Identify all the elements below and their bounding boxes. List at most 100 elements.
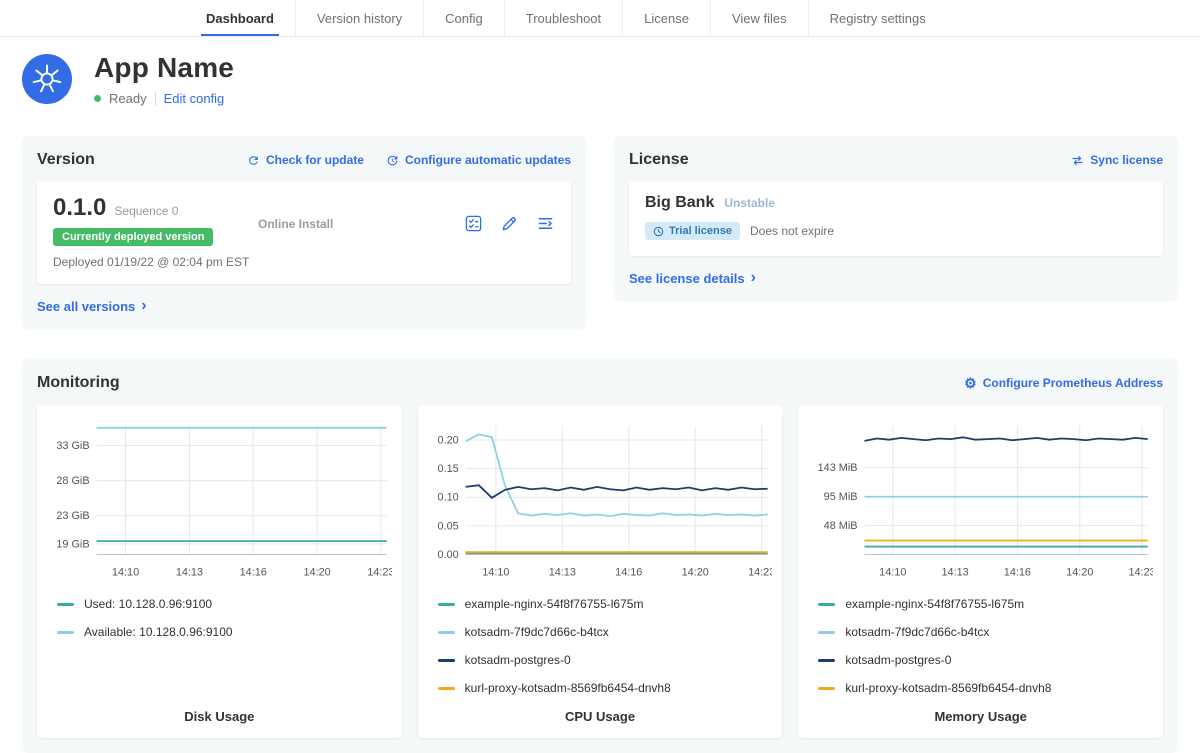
legend-color-dash <box>438 631 455 634</box>
see-all-versions-label: See all versions <box>37 299 135 314</box>
memory-usage-chart: 14:1014:1314:1614:2014:2348 MiB95 MiB143… <box>798 405 1163 738</box>
svg-text:0.00: 0.00 <box>437 549 458 561</box>
version-info: 0.1.0 Sequence 0 Currently deployed vers… <box>53 194 258 269</box>
svg-text:14:13: 14:13 <box>942 566 969 578</box>
memory-usage-plot: 14:1014:1314:1614:2014:2348 MiB95 MiB143… <box>808 415 1153 585</box>
legend-item: kotsadm-7f9dc7d66c-b4tcx <box>818 625 1153 639</box>
app-status: Ready <box>109 91 147 106</box>
legend-series-name: kotsadm-7f9dc7d66c-b4tcx <box>465 625 609 639</box>
svg-text:14:20: 14:20 <box>681 566 708 578</box>
configure-automatic-updates-link[interactable]: Configure automatic updates <box>386 153 571 167</box>
license-card-title: License <box>629 151 689 169</box>
app-header-text: App Name Ready Edit config <box>94 52 234 106</box>
see-all-versions-link[interactable]: See all versions › <box>37 298 147 314</box>
legend-item: example-nginx-54f8f76755-l675m <box>818 597 1153 611</box>
version-card: Version Check for update Configure autom… <box>22 136 586 329</box>
chart-legend: example-nginx-54f8f76755-l675m kotsadm-7f… <box>808 597 1153 695</box>
svg-text:14:16: 14:16 <box>240 566 267 578</box>
tab-config[interactable]: Config <box>423 0 504 36</box>
edit-config-link[interactable]: Edit config <box>164 91 225 106</box>
chevron-right-icon: › <box>751 270 756 286</box>
channel-label: Unstable <box>724 196 775 210</box>
tab-view-files[interactable]: View files <box>710 0 808 36</box>
legend-color-dash <box>57 603 74 606</box>
tab-troubleshoot[interactable]: Troubleshoot <box>504 0 622 36</box>
check-for-update-label: Check for update <box>266 153 364 167</box>
clock-icon <box>653 226 664 237</box>
license-panel: Big Bank Unstable Trial license Does not… <box>629 181 1163 256</box>
svg-text:33 GiB: 33 GiB <box>56 440 89 452</box>
svg-text:48 MiB: 48 MiB <box>824 520 858 532</box>
divider <box>155 92 156 106</box>
legend-series-name: Used: 10.128.0.96:9100 <box>84 597 212 611</box>
app-header: App Name Ready Edit config <box>22 52 1178 106</box>
sync-license-link[interactable]: Sync license <box>1071 153 1163 167</box>
tab-dashboard[interactable]: Dashboard <box>185 0 295 36</box>
tab-registry-settings[interactable]: Registry settings <box>808 0 947 36</box>
preflight-checks-icon[interactable] <box>464 214 483 233</box>
disk-usage-chart: 14:1014:1314:1614:2014:2319 GiB23 GiB28 … <box>37 405 402 738</box>
svg-text:143 MiB: 143 MiB <box>818 462 858 474</box>
monitoring-card: Monitoring ⚙ Configure Prometheus Addres… <box>22 359 1178 753</box>
legend-series-name: kurl-proxy-kotsadm-8569fb6454-dnvh8 <box>465 681 671 695</box>
legend-item: kotsadm-postgres-0 <box>818 653 1153 667</box>
svg-text:14:20: 14:20 <box>303 566 330 578</box>
svg-text:28 GiB: 28 GiB <box>56 475 89 487</box>
sync-license-label: Sync license <box>1090 153 1163 167</box>
customer-name: Big Bank <box>645 194 714 212</box>
configure-prometheus-link[interactable]: ⚙ Configure Prometheus Address <box>964 376 1163 390</box>
legend-series-name: Available: 10.128.0.96:9100 <box>84 625 233 639</box>
auto-update-clock-icon <box>386 154 399 167</box>
svg-text:0.15: 0.15 <box>437 463 458 475</box>
svg-text:14:20: 14:20 <box>1067 566 1094 578</box>
svg-text:14:13: 14:13 <box>548 566 575 578</box>
svg-text:19 GiB: 19 GiB <box>56 538 89 550</box>
version-action-icons <box>464 214 555 249</box>
check-for-update-link[interactable]: Check for update <box>247 153 364 167</box>
legend-series-name: kotsadm-7f9dc7d66c-b4tcx <box>845 625 989 639</box>
chevron-right-icon: › <box>141 298 146 314</box>
svg-text:14:23: 14:23 <box>1129 566 1153 578</box>
deploy-logs-icon[interactable] <box>536 214 555 233</box>
edit-config-icon[interactable] <box>500 214 519 233</box>
configure-automatic-updates-label: Configure automatic updates <box>405 153 571 167</box>
app-title: App Name <box>94 52 234 84</box>
charts-row: 14:10 14:13 14:16 14:20 14:23 19 GiB 23 GiB 28 … <box>37 405 1163 738</box>
disk-usage-plot: 14:1014:1314:1614:2014:2319 GiB23 GiB28 … <box>47 415 392 585</box>
legend-color-dash <box>438 659 455 662</box>
license-card: License Sync license Big Bank Unstable <box>614 136 1178 301</box>
see-license-details-link[interactable]: See license details › <box>629 270 756 286</box>
svg-text:23 GiB: 23 GiB <box>56 510 89 522</box>
license-expiration: Does not expire <box>750 224 834 238</box>
legend-series-name: kurl-proxy-kotsadm-8569fb6454-dnvh8 <box>845 681 1051 695</box>
svg-text:14:16: 14:16 <box>1004 566 1031 578</box>
deployed-timestamp: Deployed 01/19/22 @ 02:04 pm EST <box>53 255 258 269</box>
see-license-details-label: See license details <box>629 271 745 286</box>
svg-text:0.05: 0.05 <box>437 520 458 532</box>
legend-color-dash <box>438 687 455 690</box>
current-version-number: 0.1.0 <box>53 194 106 222</box>
legend-color-dash <box>818 631 835 634</box>
version-card-title: Version <box>37 151 95 169</box>
helm-wheel-icon <box>31 63 63 95</box>
svg-text:14:13: 14:13 <box>176 566 203 578</box>
kubernetes-logo-icon <box>22 54 72 104</box>
deployed-version-badge: Currently deployed version <box>53 228 213 246</box>
svg-text:0.10: 0.10 <box>437 492 458 504</box>
legend-item: kotsadm-7f9dc7d66c-b4tcx <box>438 625 773 639</box>
tab-version-history[interactable]: Version history <box>295 0 423 36</box>
legend-item: example-nginx-54f8f76755-l675m <box>438 597 773 611</box>
cpu-usage-chart: 14:1014:1314:1614:2014:230.000.050.100.1… <box>418 405 783 738</box>
chart-title: Disk Usage <box>47 695 392 724</box>
configure-prometheus-label: Configure Prometheus Address <box>983 376 1163 390</box>
gear-icon: ⚙ <box>964 376 977 390</box>
legend-color-dash <box>818 659 835 662</box>
tab-license[interactable]: License <box>622 0 710 36</box>
chart-title: CPU Usage <box>428 695 773 724</box>
refresh-icon <box>247 154 260 167</box>
legend-series-name: kotsadm-postgres-0 <box>845 653 951 667</box>
svg-text:14:10: 14:10 <box>880 566 907 578</box>
app-status-row: Ready Edit config <box>94 91 234 106</box>
svg-text:14:16: 14:16 <box>615 566 642 578</box>
trial-license-badge: Trial license <box>645 222 740 240</box>
